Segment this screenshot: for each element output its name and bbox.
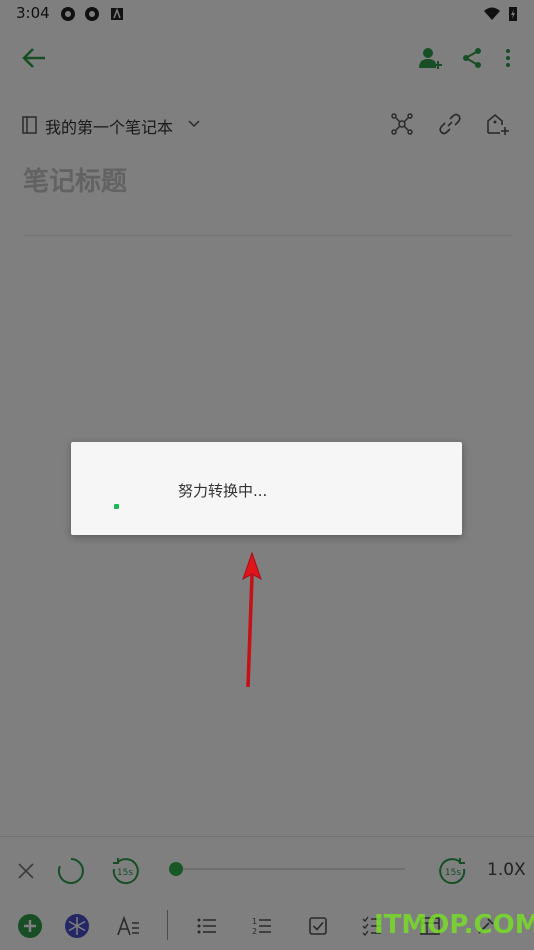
watermark: ITMOP.COM [374, 910, 534, 940]
loading-dialog: 努力转换中... [71, 442, 462, 535]
red-arrow-annotation [242, 551, 262, 688]
loading-spinner-icon [114, 504, 119, 509]
loading-message: 努力转换中... [178, 482, 268, 500]
